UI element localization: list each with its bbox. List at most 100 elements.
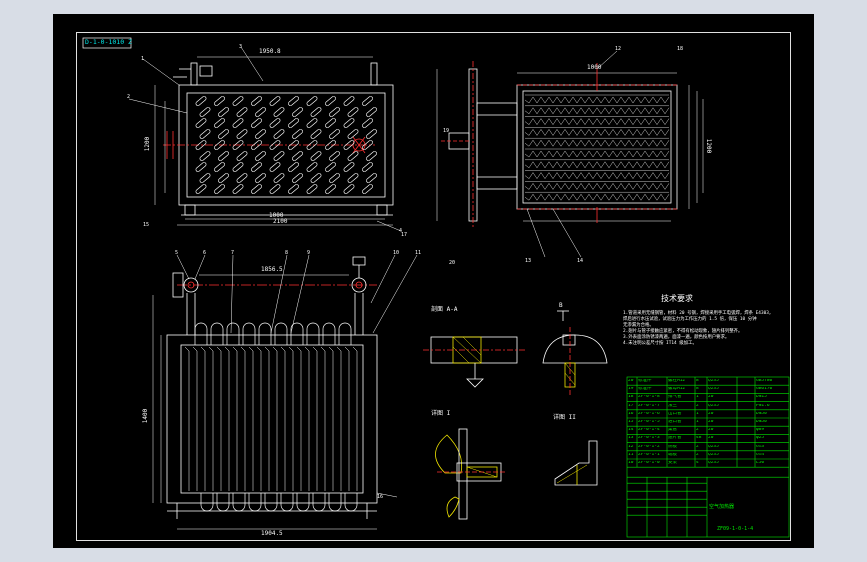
- fin-slot: [329, 107, 340, 117]
- u-bend-top: [274, 322, 288, 345]
- fin-wave: [524, 96, 670, 104]
- dim-top-total: 2100: [273, 218, 288, 225]
- fin-slot: [288, 162, 299, 172]
- fin-slot: [232, 118, 244, 128]
- parts-list-cell: φ25: [756, 436, 765, 441]
- u-bend-bottom: [344, 493, 358, 512]
- fin-slot: [362, 162, 373, 172]
- fin-slot: [232, 162, 244, 172]
- parts-list-cell: Q235: [708, 387, 719, 392]
- fin-column: [296, 346, 302, 491]
- parts-list-cell: Q235: [708, 379, 719, 383]
- parts-list-cell: 20: [708, 436, 714, 441]
- part-balloon: 12: [615, 46, 622, 52]
- part-balloon: 6: [203, 250, 207, 256]
- fin-slot: [310, 151, 322, 161]
- fin-slot: [195, 184, 207, 194]
- fin-column: [272, 346, 278, 491]
- parts-list-cell: ZF-0-1-1: [638, 452, 660, 457]
- fin-slot: [199, 107, 211, 117]
- parts-list-cell: 17: [628, 403, 634, 408]
- fin-slot: [255, 107, 266, 117]
- parts-list-cell: 13: [628, 436, 634, 441]
- parts-list-cell: ZF-0-1-3: [638, 436, 660, 441]
- fin-slot: [288, 118, 299, 128]
- drawing-canvas: [82, 37, 790, 538]
- fin-slot: [325, 96, 336, 106]
- notes-line: 4.未注明公差尺寸按 IT14 级加工。: [623, 341, 697, 346]
- parts-list-cell: 1: [696, 395, 699, 400]
- parts-list-cell: 排气管: [668, 395, 682, 400]
- fin-wave: [524, 118, 670, 125]
- fin-column: [192, 346, 198, 491]
- parts-list-cell: 标准件: [638, 379, 652, 383]
- fin-slot: [236, 107, 248, 117]
- parts-list-cell: L50: [756, 461, 765, 465]
- u-bend-bottom: [312, 493, 326, 512]
- part-balloon: 1: [141, 56, 145, 62]
- part-balloon: 20: [449, 260, 456, 266]
- fin-slot: [214, 96, 225, 106]
- fin-column: [264, 346, 270, 491]
- parts-list-cell: Q235: [708, 461, 719, 465]
- fin-slot: [325, 118, 336, 128]
- parts-list-cell: 2: [696, 403, 699, 408]
- fin-slot: [195, 96, 207, 106]
- drawing-sheet: D-1-0-1010 Z 1950.8 2100 1000 1200 1000 …: [76, 32, 791, 541]
- dim-top-inner: 1000: [269, 212, 284, 219]
- u-bend-top: [306, 322, 320, 345]
- cad-viewport[interactable]: D-1-0-1010 Z 1950.8 2100 1000 1200 1000 …: [53, 14, 814, 548]
- fin-slot: [199, 129, 211, 139]
- dim-bottom-width: 1904.5: [261, 530, 283, 537]
- fin-slot: [236, 173, 248, 183]
- fin-slot: [232, 184, 244, 194]
- drawing-name: 空气加热器: [709, 504, 735, 510]
- u-bend-bottom: [328, 493, 342, 512]
- fin-slot: [292, 107, 303, 117]
- notes-block: 1.管道采用无缝钢管，材料 20 号钢，焊接采用手工电弧焊，焊条 E4303， …: [623, 311, 793, 347]
- fin-column: [328, 346, 334, 491]
- fin-column: [312, 346, 318, 491]
- fin-slot: [306, 118, 318, 128]
- fin-slot: [251, 118, 262, 128]
- parts-list-cell: DN50: [756, 420, 767, 424]
- fin-wave: [524, 172, 670, 179]
- parts-list-cell: DN15: [756, 395, 767, 400]
- parts-list-cell: 20: [628, 379, 634, 383]
- parts-list-cell: ZF-0-1-5: [638, 420, 660, 424]
- section-aa: [423, 336, 525, 388]
- part-balloon: 9: [307, 250, 311, 256]
- plan-fin-pattern: [184, 346, 358, 491]
- fin-slot: [251, 162, 262, 172]
- u-bend-top: [338, 322, 352, 345]
- fin-wave: [524, 139, 670, 147]
- u-bend-top: [210, 322, 224, 345]
- fin-slot: [273, 107, 285, 117]
- parts-list-cell: δ=4: [756, 452, 765, 457]
- detail-1: [435, 428, 507, 520]
- fin-column: [344, 346, 350, 491]
- fin-slot: [329, 129, 340, 139]
- fin-slot: [325, 162, 336, 172]
- part-balloon: 3: [239, 44, 243, 50]
- part-balloon: 2: [127, 94, 131, 100]
- part-balloon: 17: [401, 232, 408, 238]
- parts-list-cell: φ89: [756, 428, 765, 433]
- parts-list-cell: ZF-0-1-4: [638, 428, 660, 433]
- fin-slot: [195, 162, 207, 172]
- fin-slot: [251, 184, 262, 194]
- fin-slot: [347, 173, 359, 183]
- parts-list-cell: 20: [708, 420, 714, 424]
- fin-slot: [292, 173, 303, 183]
- parts-list-cell: 2: [696, 428, 699, 433]
- fin-column: [248, 346, 254, 491]
- parts-list-cell: 1: [696, 411, 699, 416]
- fin-column: [288, 346, 294, 491]
- fin-slot: [366, 129, 377, 139]
- fin-slot: [310, 107, 322, 117]
- fin-slot: [218, 173, 229, 183]
- parts-list-cell: 出口管: [668, 411, 682, 416]
- fin-slot: [236, 129, 248, 139]
- fin-column: [184, 346, 190, 491]
- fin-slot: [306, 96, 318, 106]
